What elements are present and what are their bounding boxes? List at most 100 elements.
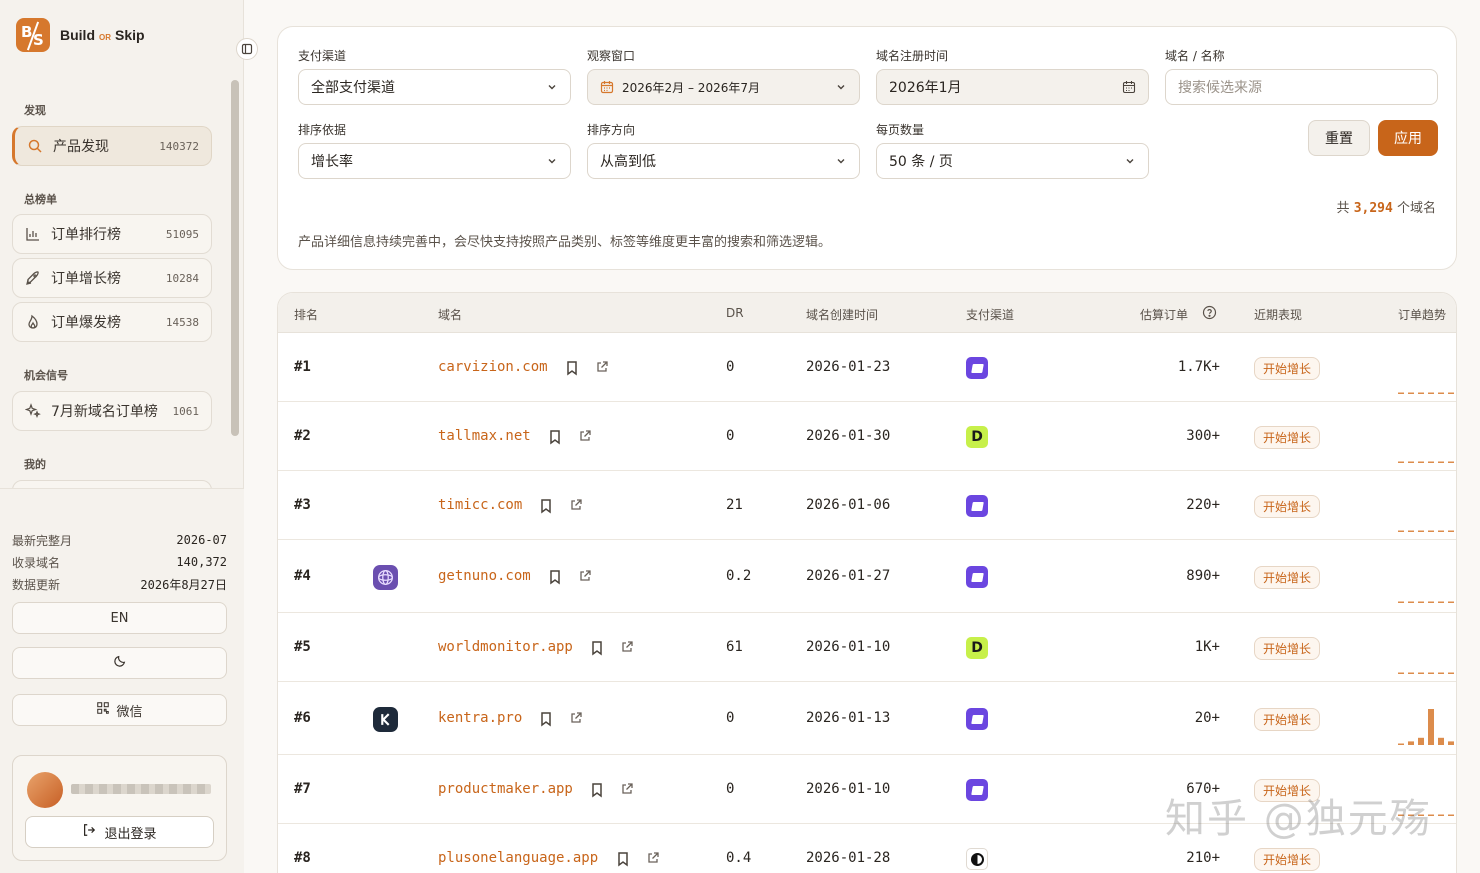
direction-value: 从高到低: [600, 154, 656, 170]
bookmark-icon[interactable]: [547, 429, 563, 449]
direction-select[interactable]: 从高到低: [587, 143, 860, 179]
sidebar-scrollbar[interactable]: [231, 80, 239, 436]
sidebar-item-count: 51095: [165, 227, 199, 241]
dr-cell: 61: [726, 639, 743, 655]
bookmark-icon[interactable]: [589, 782, 605, 802]
table-row[interactable]: #2 tallmax.net 0 2026-01-30 D 300+ 开始增长: [278, 402, 1456, 471]
stat-row-domains: 收录域名 140,372: [12, 551, 227, 573]
status-badge: 开始增长: [1254, 566, 1321, 589]
stat-key: 最新完整月: [12, 533, 73, 548]
orders-cell: 300+: [1186, 428, 1220, 444]
order-trend-sparkline: [1398, 672, 1454, 674]
table-row[interactable]: #3 timicc.com 21 2026-01-06 220+ 开始增长: [278, 471, 1456, 540]
created-date-cell: 2026-01-10: [806, 781, 891, 797]
col-trend[interactable]: 订单趋势: [1398, 306, 1446, 323]
wechat-button[interactable]: 微信: [12, 694, 227, 726]
reset-button[interactable]: 重置: [1308, 120, 1370, 156]
payment-select[interactable]: 全部支付渠道: [298, 69, 571, 105]
logout-button[interactable]: 退出登录: [25, 816, 214, 848]
table-row[interactable]: #6 kentra.pro 0 2026-01-13 20+ 开始增长: [278, 682, 1456, 755]
sidebar-collapse-button[interactable]: [236, 38, 258, 60]
external-link-icon[interactable]: [578, 569, 592, 587]
external-link-icon[interactable]: [569, 711, 583, 729]
sidebar-item-new-domain-ranking[interactable]: 7月新域名订单榜 1061: [12, 391, 212, 431]
domain-link[interactable]: getnuno.com: [438, 568, 531, 584]
spark-bar: [1418, 601, 1424, 603]
col-created[interactable]: 域名创建时间: [806, 306, 878, 323]
sidebar-item-label: 订单排行榜: [51, 227, 121, 243]
rank-cell: #7: [294, 781, 311, 797]
order-trend-sparkline: [1398, 530, 1454, 532]
status-badge: 开始增长: [1254, 637, 1321, 660]
dr-cell: 0.4: [726, 850, 752, 866]
bookmark-icon[interactable]: [589, 640, 605, 660]
brand[interactable]: B S Build OR Skip: [16, 18, 145, 52]
external-link-icon[interactable]: [620, 782, 634, 800]
total-count: 共 3,294 个域名: [1337, 197, 1436, 216]
domain-link[interactable]: carvizion.com: [438, 359, 548, 375]
payment-cell: [966, 708, 988, 730]
created-date-cell: 2026-01-23: [806, 359, 891, 375]
order-trend-sparkline: [1398, 392, 1454, 394]
external-link-icon[interactable]: [569, 498, 583, 516]
spark-bar: [1418, 461, 1424, 463]
col-dr[interactable]: DR: [726, 306, 744, 320]
spark-bar: [1408, 461, 1414, 463]
sidebar-item-product-discovery[interactable]: 产品发现 140372: [12, 126, 212, 166]
external-link-icon[interactable]: [578, 429, 592, 447]
language-toggle-button[interactable]: EN: [12, 602, 227, 634]
external-link-icon[interactable]: [595, 360, 609, 378]
direction-label: 排序方向: [587, 123, 636, 137]
theme-toggle-button[interactable]: [12, 647, 227, 679]
domain-link[interactable]: kentra.pro: [438, 710, 522, 726]
spark-bar: [1428, 461, 1434, 463]
spark-bar: [1438, 601, 1444, 603]
sort-select[interactable]: 增长率: [298, 143, 571, 179]
table-row[interactable]: #5 worldmonitor.app 61 2026-01-10 D 1K+ …: [278, 613, 1456, 682]
domain-link[interactable]: productmaker.app: [438, 781, 573, 797]
payment-cell: [966, 848, 988, 870]
external-link-icon[interactable]: [620, 640, 634, 658]
sidebar-item-order-burst[interactable]: 订单爆发榜 14538: [12, 302, 212, 342]
table-row[interactable]: #4 getnuno.com 0.2 2026-01-27 890+ 开始增长: [278, 540, 1456, 613]
status-badge: 开始增长: [1254, 848, 1321, 871]
calendar-icon: [600, 80, 614, 94]
col-recent[interactable]: 近期表现: [1254, 306, 1302, 323]
external-link-icon[interactable]: [646, 851, 660, 869]
bookmark-icon[interactable]: [547, 569, 563, 589]
sidebar-item-count: 1061: [172, 404, 200, 418]
domain-link[interactable]: tallmax.net: [438, 428, 531, 444]
spark-bar: [1398, 601, 1404, 603]
spark-bar: [1408, 392, 1414, 394]
search-icon: [27, 138, 43, 154]
col-rank[interactable]: 排名: [294, 306, 318, 323]
reg-date-input[interactable]: 2026年1月: [876, 69, 1149, 105]
bookmark-icon[interactable]: [538, 498, 554, 518]
bookmark-icon[interactable]: [538, 711, 554, 731]
per-page-select[interactable]: 50 条 / 页: [876, 143, 1149, 179]
sidebar-footer: 最新完整月 2026-07 收录域名 140,372 数据更新 2026年8月2…: [0, 488, 244, 873]
apply-button[interactable]: 应用: [1378, 120, 1438, 156]
qr-code-icon: [96, 701, 110, 719]
spark-bar: [1448, 392, 1454, 394]
col-orders[interactable]: 估算订单: [1140, 306, 1188, 323]
col-payment[interactable]: 支付渠道: [966, 306, 1014, 323]
bookmark-icon[interactable]: [564, 360, 580, 380]
window-select[interactable]: 2026年2月 – 2026年7月: [587, 69, 860, 105]
help-circle-icon[interactable]: [1202, 305, 1217, 323]
domain-link[interactable]: plusonelanguage.app: [438, 850, 598, 866]
sidebar-item-mine-partial[interactable]: [12, 480, 212, 488]
spark-bar: [1448, 672, 1454, 674]
created-date-cell: 2026-01-10: [806, 639, 891, 655]
domain-link[interactable]: timicc.com: [438, 497, 522, 513]
col-domain[interactable]: 域名: [438, 306, 462, 323]
sidebar-item-order-growth[interactable]: 订单增长榜 10284: [12, 258, 212, 298]
payment-label: 支付渠道: [298, 49, 347, 63]
table-row[interactable]: #1 carvizion.com 0 2026-01-23 1.7K+ 开始增长: [278, 333, 1456, 402]
search-input[interactable]: 搜索候选来源: [1165, 69, 1438, 105]
sidebar-item-order-ranking[interactable]: 订单排行榜 51095: [12, 214, 212, 254]
stat-value: 2026-07: [176, 533, 227, 547]
bookmark-icon[interactable]: [615, 851, 631, 871]
domain-link[interactable]: worldmonitor.app: [438, 639, 573, 655]
redacted-username: [71, 784, 211, 794]
